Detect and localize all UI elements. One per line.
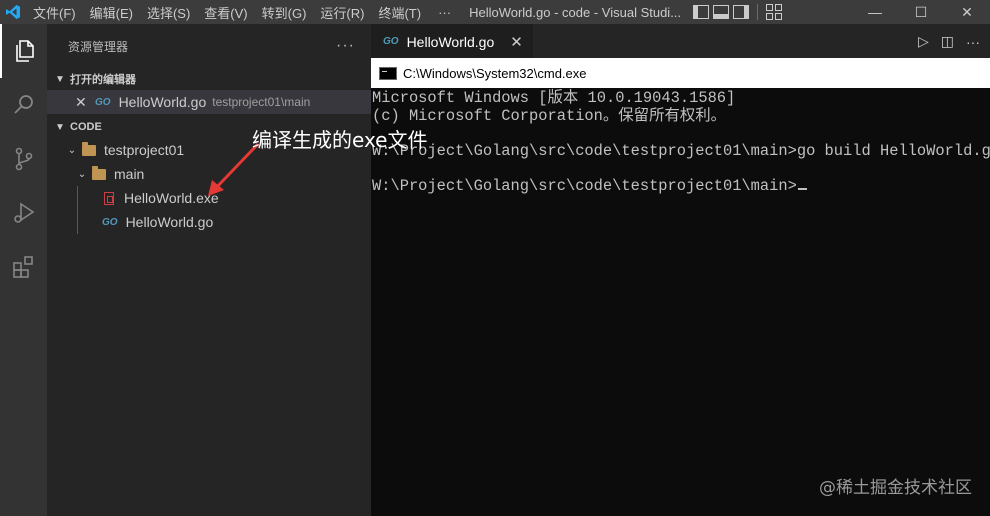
- editor-tab-bar: GO HelloWorld.go ✕ ▷ ◫ ···: [371, 24, 990, 59]
- go-file-icon: GO: [383, 36, 399, 47]
- folder-open-icon: [82, 141, 96, 156]
- go-file-icon: GO: [102, 216, 118, 228]
- exe-file-icon: [104, 191, 114, 205]
- indent-guide: [77, 186, 78, 210]
- source-control-icon[interactable]: [0, 132, 47, 186]
- cmd-line: [372, 160, 990, 178]
- menu-selection[interactable]: 选择(S): [140, 0, 197, 24]
- open-editor-path: testproject01\main: [212, 95, 311, 109]
- cmd-prompt-line[interactable]: W:\Project\Golang\src\code\testproject01…: [372, 176, 990, 196]
- folder-open-icon: [92, 165, 106, 180]
- explorer-sidebar: 资源管理器 ··· ▼ 打开的编辑器 ✕ GO HelloWorld.go te…: [47, 24, 371, 516]
- cmd-window[interactable]: C:\Windows\System32\cmd.exe Microsoft Wi…: [371, 58, 990, 516]
- tree-item-label: testproject01: [104, 142, 185, 158]
- explorer-title: 资源管理器: [68, 39, 129, 54]
- open-editor-filename: HelloWorld.go: [118, 94, 207, 110]
- cmd-prompt: W:\Project\Golang\src\code\testproject01…: [372, 176, 797, 195]
- minimize-icon[interactable]: —: [852, 0, 898, 24]
- folder-section-title: CODE: [70, 121, 102, 133]
- go-file-icon: GO: [95, 96, 111, 108]
- title-bar: 文件(F) 编辑(E) 选择(S) 查看(V) 转到(G) 运行(R) 终端(T…: [0, 0, 990, 24]
- text-cursor: [797, 187, 807, 190]
- tree-item-go[interactable]: GO HelloWorld.go: [47, 210, 371, 234]
- search-icon[interactable]: [0, 78, 47, 132]
- menu-view[interactable]: 查看(V): [197, 0, 254, 24]
- close-icon[interactable]: ✕: [75, 94, 87, 111]
- run-icon[interactable]: ▷: [918, 33, 929, 50]
- menu-go[interactable]: 转到(G): [255, 0, 314, 24]
- open-editors-title: 打开的编辑器: [70, 74, 136, 86]
- tree-item-label: main: [114, 166, 145, 182]
- toggle-panel-icon[interactable]: [713, 5, 730, 19]
- split-editor-icon[interactable]: ◫: [941, 33, 954, 50]
- cmd-icon: [379, 66, 397, 80]
- tree-item-label: HelloWorld.go: [125, 214, 214, 230]
- menu-more-button[interactable]: ···: [428, 0, 461, 24]
- extensions-icon[interactable]: [0, 240, 47, 294]
- open-editor-item[interactable]: ✕ GO HelloWorld.go testproject01\main: [47, 90, 371, 114]
- indent-guide: [77, 210, 78, 234]
- activity-bar: [0, 24, 47, 516]
- menu-edit[interactable]: 编辑(E): [83, 0, 140, 24]
- cmd-line: (c) Microsoft Corporation。保留所有权利。: [372, 106, 727, 125]
- maximize-icon[interactable]: ☐: [898, 0, 944, 24]
- menu-terminal[interactable]: 终端(T): [371, 0, 428, 24]
- cmd-output[interactable]: Microsoft Windows [版本 10.0.19043.1586] (c…: [371, 88, 990, 195]
- menu-run[interactable]: 运行(R): [313, 0, 371, 24]
- cmd-line: W:\Project\Golang\src\code\testproject01…: [372, 141, 990, 160]
- tab-helloworld-go[interactable]: GO HelloWorld.go ✕: [371, 24, 533, 59]
- cmd-line: [372, 125, 990, 143]
- explorer-more-button[interactable]: ···: [336, 37, 355, 55]
- cmd-line: Microsoft Windows [版本 10.0.19043.1586]: [372, 89, 736, 107]
- cmd-title-bar[interactable]: C:\Windows\System32\cmd.exe: [371, 58, 990, 88]
- close-icon[interactable]: ✕: [510, 33, 523, 51]
- annotation-label: 编译生成的exe文件: [252, 128, 428, 152]
- toggle-secondary-sidebar-icon[interactable]: [733, 5, 750, 19]
- close-window-icon[interactable]: ✕: [944, 0, 990, 24]
- chevron-down-icon: ▼: [55, 121, 65, 133]
- tab-label: HelloWorld.go: [406, 33, 495, 50]
- more-actions-icon[interactable]: ···: [966, 34, 980, 50]
- run-debug-icon[interactable]: [0, 186, 47, 240]
- watermark: @稀土掘金技术社区: [819, 478, 972, 498]
- explorer-icon[interactable]: [0, 24, 47, 78]
- window-title: HelloWorld.go - code - Visual Studi...: [469, 4, 682, 20]
- chevron-down-icon: ▼: [55, 73, 65, 85]
- toggle-sidebar-icon[interactable]: [693, 5, 710, 19]
- menu-file[interactable]: 文件(F): [26, 0, 83, 24]
- vscode-logo-icon: [0, 0, 26, 24]
- chevron-down-icon: ⌄: [77, 168, 87, 180]
- open-editors-header[interactable]: ▼ 打开的编辑器: [47, 68, 371, 90]
- chevron-down-icon: ⌄: [67, 144, 77, 156]
- cmd-title: C:\Windows\System32\cmd.exe: [403, 65, 587, 81]
- customize-layout-icon[interactable]: [766, 4, 783, 20]
